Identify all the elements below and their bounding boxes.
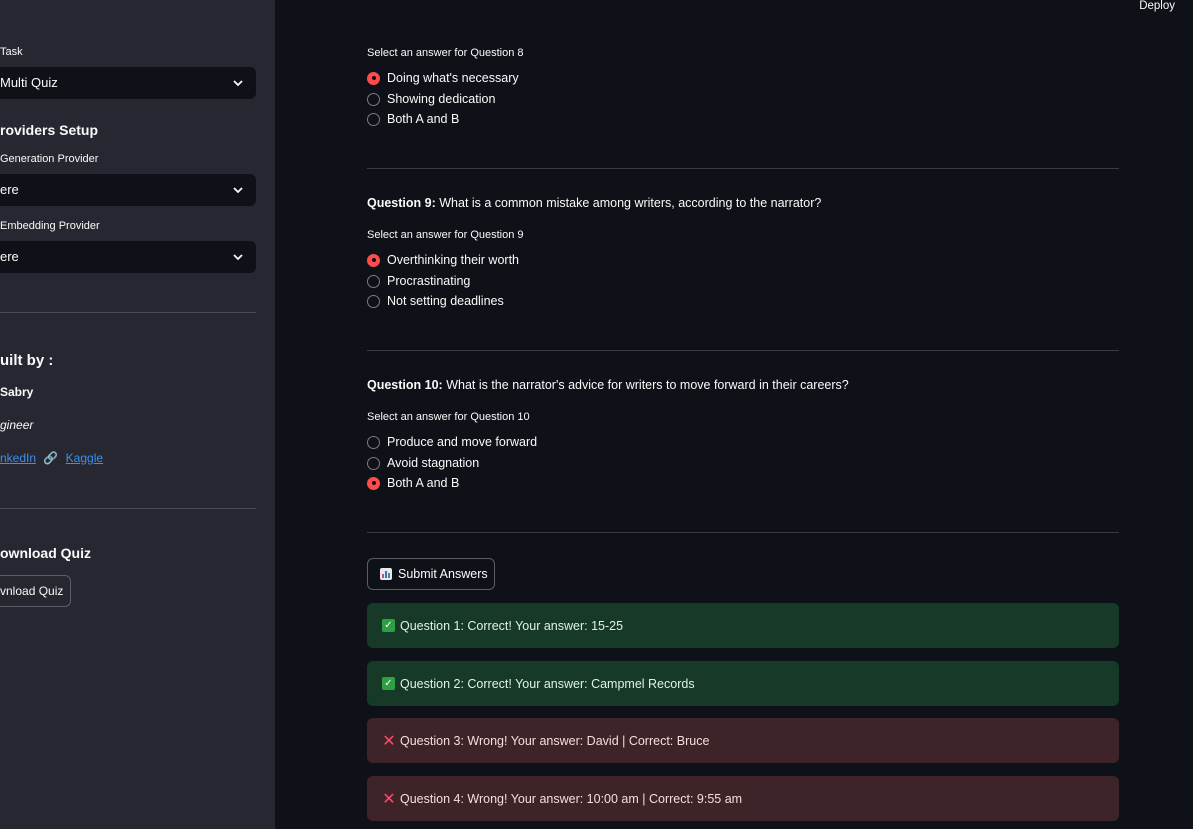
q10-option-3[interactable]: Both A and B xyxy=(367,473,459,493)
app-root: Task Multi Quiz roviders Setup Generatio… xyxy=(0,0,1193,829)
radio-icon xyxy=(367,112,380,126)
task-select[interactable]: Multi Quiz xyxy=(0,67,256,99)
embedding-provider-label: Embedding Provider xyxy=(0,220,100,232)
option-label: Produce and move forward xyxy=(387,435,538,449)
chevron-down-icon xyxy=(232,67,244,99)
link-icon: 🔗 xyxy=(43,451,59,465)
embedding-provider-select[interactable]: ere xyxy=(0,241,256,273)
option-label: Procrastinating xyxy=(387,274,471,288)
deploy-button[interactable]: Deploy xyxy=(1139,0,1175,12)
q9-option-2[interactable]: Procrastinating xyxy=(367,271,470,291)
chevron-down-icon xyxy=(232,174,244,206)
radio-icon xyxy=(367,274,380,288)
result-alert: ✕ Question 3: Wrong! Your answer: David … xyxy=(367,718,1119,763)
radio-icon xyxy=(367,92,380,106)
q8-option-2[interactable]: Showing dedication xyxy=(367,89,495,109)
result-alert: ✓ Question 1: Correct! Your answer: 15-2… xyxy=(367,603,1119,648)
q8-select-label: Select an answer for Question 8 xyxy=(367,47,524,59)
result-text: Question 1: Correct! Your answer: 15-25 xyxy=(400,618,624,633)
result-text: Question 3: Wrong! Your answer: David | … xyxy=(400,733,710,748)
download-heading: ownload Quiz xyxy=(0,545,91,561)
radio-icon xyxy=(367,456,380,470)
cross-mark-icon: ✕ xyxy=(382,732,396,750)
submit-label: Submit Answers xyxy=(398,567,488,581)
q9-title: Question 9: What is a common mistake amo… xyxy=(367,196,821,210)
question-divider xyxy=(367,168,1119,169)
author-name: Sabry xyxy=(0,385,34,399)
option-label: Showing dedication xyxy=(387,92,496,106)
download-quiz-button[interactable]: vnload Quiz xyxy=(0,575,71,607)
task-label: Task xyxy=(0,46,23,58)
check-mark-icon: ✓ xyxy=(382,619,395,632)
q10-prefix: Question 10: xyxy=(367,378,443,392)
submit-answers-button[interactable]: Submit Answers xyxy=(367,558,495,590)
generation-provider-value: ere xyxy=(0,182,19,197)
radio-icon xyxy=(367,435,380,449)
option-label: Both A and B xyxy=(387,112,460,126)
question-divider xyxy=(367,350,1119,351)
radio-selected-icon xyxy=(367,71,380,85)
option-label: Both A and B xyxy=(387,476,460,490)
option-label: Overthinking their worth xyxy=(387,253,520,267)
generation-provider-label: Generation Provider xyxy=(0,153,99,165)
task-select-value: Multi Quiz xyxy=(0,75,58,90)
generation-provider-select[interactable]: ere xyxy=(0,174,256,206)
embedding-provider-value: ere xyxy=(0,249,19,264)
social-links: nkedIn 🔗 Kaggle xyxy=(0,451,103,465)
q10-option-2[interactable]: Avoid stagnation xyxy=(367,453,479,473)
q8-option-3[interactable]: Both A and B xyxy=(367,109,459,129)
sidebar-divider xyxy=(0,312,256,313)
check-mark-icon: ✓ xyxy=(382,677,395,690)
q9-option-3[interactable]: Not setting deadlines xyxy=(367,291,504,311)
option-label: Avoid stagnation xyxy=(387,456,480,470)
result-text: Question 4: Wrong! Your answer: 10:00 am… xyxy=(400,791,743,806)
cross-mark-icon: ✕ xyxy=(382,790,396,808)
option-label: Not setting deadlines xyxy=(387,294,504,308)
kaggle-link[interactable]: Kaggle xyxy=(66,451,103,465)
chevron-down-icon xyxy=(232,241,244,273)
sidebar-divider xyxy=(0,508,256,509)
q10-select-label: Select an answer for Question 10 xyxy=(367,411,530,423)
result-alert: ✕ Question 4: Wrong! Your answer: 10:00 … xyxy=(367,776,1119,821)
q9-text: What is a common mistake among writers, … xyxy=(435,196,822,210)
providers-heading: roviders Setup xyxy=(0,122,99,138)
radio-selected-icon xyxy=(367,476,380,490)
result-alert: ✓ Question 2: Correct! Your answer: Camp… xyxy=(367,661,1119,706)
q8-option-1[interactable]: Doing what's necessary xyxy=(367,68,519,88)
question-divider xyxy=(367,532,1119,533)
q10-text: What is the narrator's advice for writer… xyxy=(442,378,849,392)
linkedin-link[interactable]: nkedIn xyxy=(0,451,36,465)
radio-icon xyxy=(367,294,380,308)
q10-title: Question 10: What is the narrator's advi… xyxy=(367,378,849,392)
q9-option-1[interactable]: Overthinking their worth xyxy=(367,250,519,270)
sidebar: Task Multi Quiz roviders Setup Generatio… xyxy=(0,0,275,829)
bar-chart-icon xyxy=(380,568,392,580)
q9-prefix: Question 9: xyxy=(367,196,436,210)
built-by-heading: uilt by : xyxy=(0,352,54,369)
q9-select-label: Select an answer for Question 9 xyxy=(367,229,524,241)
author-role: gineer xyxy=(0,418,34,432)
radio-selected-icon xyxy=(367,253,380,267)
option-label: Doing what's necessary xyxy=(387,71,519,85)
q10-option-1[interactable]: Produce and move forward xyxy=(367,432,537,452)
result-text: Question 2: Correct! Your answer: Campme… xyxy=(400,676,695,691)
